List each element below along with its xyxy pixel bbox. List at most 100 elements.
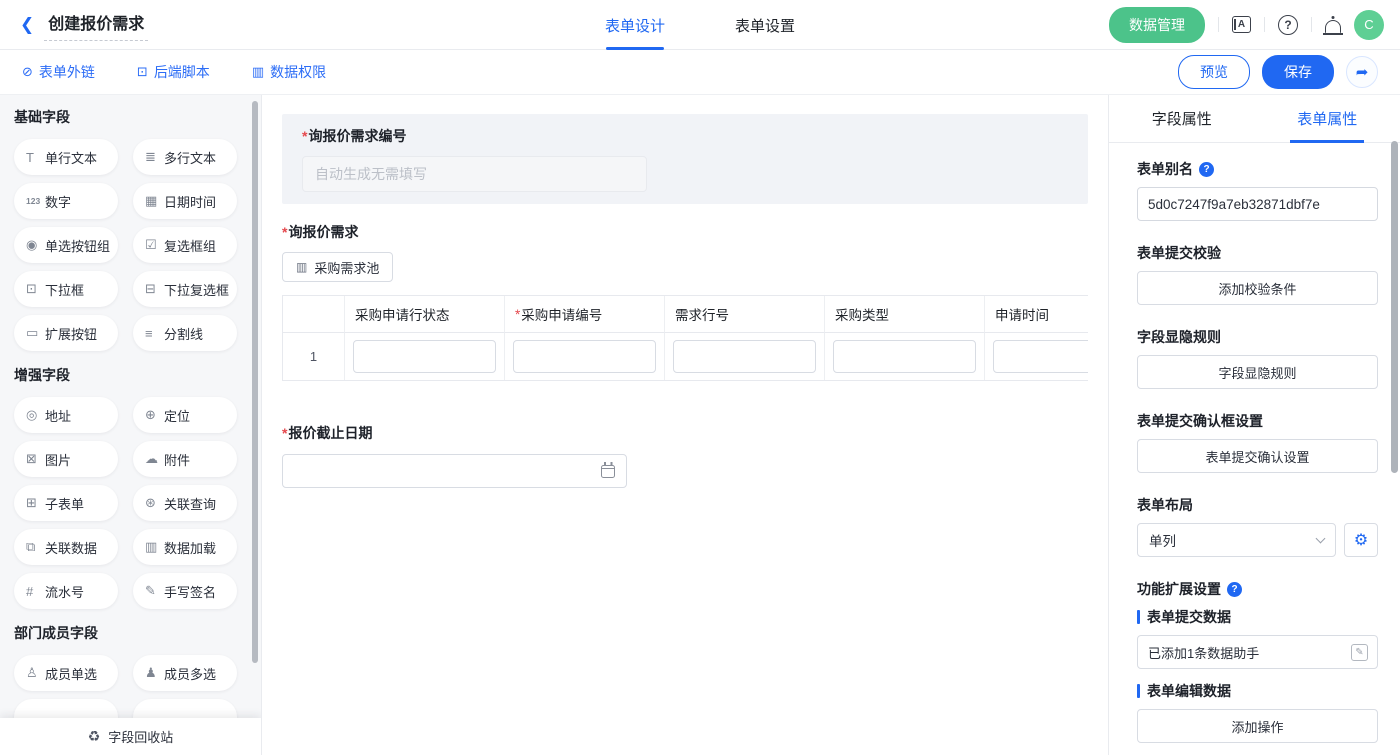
chart-icon: ▥ <box>296 260 307 274</box>
location-icon: ⊕ <box>145 407 164 423</box>
field-item-member-single[interactable]: ♙ 成员单选 <box>14 655 118 691</box>
signature-icon: ✎ <box>145 583 164 599</box>
edit-icon[interactable]: ✎ <box>1351 644 1368 661</box>
field-label: * 询报价需求 <box>282 222 1088 242</box>
gear-icon: ⚙ <box>1354 530 1368 550</box>
alias-help-icon[interactable]: ? <box>1199 162 1214 177</box>
multi-line-text-icon: ≣ <box>145 149 164 165</box>
layout-select[interactable]: 单列 <box>1137 523 1336 557</box>
field-item-extend-button[interactable]: ▭ 扩展按钮 <box>14 315 118 351</box>
share-button[interactable]: ➦ <box>1346 56 1378 88</box>
help-icon[interactable]: ? <box>1278 15 1298 35</box>
sidebar-scrollbar[interactable] <box>252 101 258 663</box>
section-submit-confirm: 表单提交确认框设置 表单提交确认设置 <box>1137 411 1378 473</box>
purchase-demand-pool-button[interactable]: ▥ 采购需求池 <box>282 252 393 282</box>
add-validation-button[interactable]: 添加校验条件 <box>1137 271 1378 305</box>
field-item-related-query[interactable]: ⊛ 关联查询 <box>133 485 237 521</box>
address-icon: ◎ <box>26 407 45 423</box>
data-permission-link[interactable]: ▥ 数据权限 <box>252 62 326 82</box>
data-manage-button[interactable]: 数据管理 <box>1109 7 1205 43</box>
field-item-multi-line-text[interactable]: ≣ 多行文本 <box>133 139 237 175</box>
section-title-member-fields: 部门成员字段 <box>14 623 261 643</box>
required-mark: * <box>282 224 287 240</box>
app-header: ❮ 创建报价需求 表单设计 表单设置 数据管理 A ? C <box>0 0 1400 50</box>
field-item-related-data[interactable]: ⧉ 关联数据 <box>14 529 118 565</box>
visibility-rules-button[interactable]: 字段显隐规则 <box>1137 355 1378 389</box>
divider-line-icon: ≡ <box>145 326 164 341</box>
field-item-attachment[interactable]: ☁ 附件 <box>133 441 237 477</box>
field-label: * 询报价需求编号 <box>302 126 1068 146</box>
tab-form-settings[interactable]: 表单设置 <box>735 0 795 50</box>
required-mark: * <box>302 128 307 144</box>
form-alias-input[interactable] <box>1137 187 1378 221</box>
field-item-checkbox-group[interactable]: ☑ 复选框组 <box>133 227 237 263</box>
notification-bell-icon[interactable] <box>1325 16 1341 33</box>
related-query-icon: ⊛ <box>145 495 164 511</box>
field-item-serial-number[interactable]: # 流水号 <box>14 573 118 609</box>
field-item-dropdown[interactable]: ⊡ 下拉框 <box>14 271 118 307</box>
field-item-number[interactable]: 123 数字 <box>14 183 118 219</box>
permission-icon: ▥ <box>252 64 264 80</box>
table-header-apply-time: 申请时间 <box>985 296 1088 333</box>
radio-group-icon: ◉ <box>26 237 45 253</box>
cell-input-purchase-type[interactable] <box>833 340 976 373</box>
quote-deadline-date-input[interactable] <box>282 454 627 488</box>
attachment-icon: ☁ <box>145 451 164 467</box>
cell-input-apply-time[interactable] <box>993 340 1088 373</box>
extensions-help-icon[interactable]: ? <box>1227 582 1242 597</box>
layout-settings-button[interactable]: ⚙ <box>1344 523 1378 557</box>
save-button[interactable]: 保存 <box>1262 55 1334 89</box>
contacts-book-icon[interactable]: A <box>1232 16 1251 33</box>
table-header-demand-line: 需求行号 <box>665 296 825 333</box>
main-layout: 基础字段 T 单行文本 ≣ 多行文本 123 数字 ▦ 日期时间 <box>0 95 1400 755</box>
cell-input-status[interactable] <box>353 340 496 373</box>
field-block-quote-deadline[interactable]: * 报价截止日期 <box>282 423 1088 488</box>
field-item-address[interactable]: ◎ 地址 <box>14 397 118 433</box>
form-designer-app: ❮ 创建报价需求 表单设计 表单设置 数据管理 A ? C ⊘ 表单外链 <box>0 0 1400 755</box>
divider <box>1311 17 1312 32</box>
section-marker <box>1137 684 1140 698</box>
tab-form-properties[interactable]: 表单属性 <box>1255 95 1400 142</box>
enhanced-fields-grid: ◎ 地址 ⊕ 定位 ⊠ 图片 ☁ 附件 ⊞ 子表单 <box>14 397 246 609</box>
form-title[interactable]: 创建报价需求 <box>44 8 148 41</box>
form-external-link[interactable]: ⊘ 表单外链 <box>22 62 95 82</box>
member-multi-icon: ♟ <box>145 665 164 681</box>
number-icon: 123 <box>26 196 45 206</box>
field-block-quote-request-number[interactable]: * 询报价需求编号 <box>282 114 1088 204</box>
field-item-multi-dropdown[interactable]: ⊟ 下拉复选框 <box>133 271 237 307</box>
field-block-quote-request[interactable]: * 询报价需求 ▥ 采购需求池 采购申请行状态 * 采购申请编号 <box>282 222 1088 381</box>
back-icon[interactable]: ❮ <box>20 15 34 35</box>
subform-icon: ⊞ <box>26 495 45 511</box>
field-item-signature[interactable]: ✎ 手写签名 <box>133 573 237 609</box>
multi-dropdown-icon: ⊟ <box>145 281 164 297</box>
form-toolbar: ⊘ 表单外链 ⊡ 后端脚本 ▥ 数据权限 预览 保存 ➦ <box>0 50 1400 95</box>
submit-confirm-button[interactable]: 表单提交确认设置 <box>1137 439 1378 473</box>
field-item-image[interactable]: ⊠ 图片 <box>14 441 118 477</box>
tab-field-properties[interactable]: 字段属性 <box>1109 95 1255 142</box>
field-item-datetime[interactable]: ▦ 日期时间 <box>133 183 237 219</box>
field-item-data-load[interactable]: ▥ 数据加载 <box>133 529 237 565</box>
panel-scrollbar[interactable] <box>1391 141 1398 473</box>
link-icon: ⊘ <box>22 64 33 80</box>
section-title-enhanced-fields: 增强字段 <box>14 365 261 385</box>
field-item-location[interactable]: ⊕ 定位 <box>133 397 237 433</box>
add-operation-button[interactable]: 添加操作 <box>1137 709 1378 743</box>
field-item-single-line-text[interactable]: T 单行文本 <box>14 139 118 175</box>
preview-button[interactable]: 预览 <box>1178 55 1250 89</box>
field-item-radio-group[interactable]: ◉ 单选按钮组 <box>14 227 118 263</box>
submit-data-summary[interactable]: 已添加1条数据助手 ✎ <box>1137 635 1378 669</box>
table-row: 1 <box>283 333 1088 380</box>
quote-request-number-input[interactable] <box>302 156 647 192</box>
field-recycle-bin[interactable]: ♻ 字段回收站 <box>0 718 261 755</box>
field-item-member-multi[interactable]: ♟ 成员多选 <box>133 655 237 691</box>
data-load-icon: ▥ <box>145 539 164 555</box>
tab-form-design[interactable]: 表单设计 <box>605 0 665 50</box>
basic-fields-grid: T 单行文本 ≣ 多行文本 123 数字 ▦ 日期时间 ◉ 单选按钮组 <box>14 139 246 351</box>
header-actions: 数据管理 A ? C <box>1109 7 1384 43</box>
cell-input-demand-line[interactable] <box>673 340 816 373</box>
avatar[interactable]: C <box>1354 10 1384 40</box>
field-item-divider-line[interactable]: ≡ 分割线 <box>133 315 237 351</box>
field-item-subform[interactable]: ⊞ 子表单 <box>14 485 118 521</box>
backend-script-link[interactable]: ⊡ 后端脚本 <box>137 62 210 82</box>
cell-input-request-no[interactable] <box>513 340 656 373</box>
